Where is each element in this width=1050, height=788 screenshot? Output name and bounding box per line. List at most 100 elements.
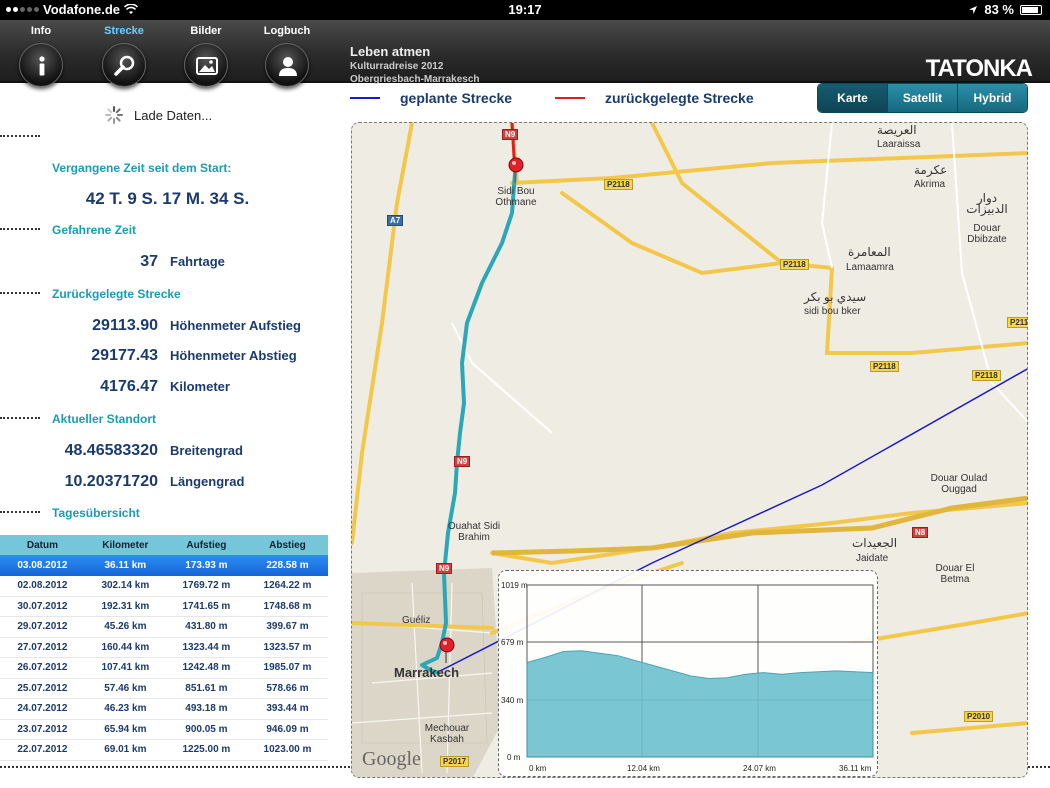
map-label: Sidi Bou Othmane — [495, 186, 537, 208]
spinner-icon — [105, 106, 123, 124]
stat-ascent: 29113.90 Höhenmeter Aufstieg — [92, 317, 301, 334]
elapsed-heading: Vergangene Zeit seit dem Start: — [52, 161, 232, 175]
legend-planned: geplante Strecke — [350, 90, 512, 106]
road-label: N8 — [912, 527, 929, 538]
y-tick: 1019 m — [501, 581, 528, 590]
road-label: N9 — [454, 456, 471, 467]
map-label: سيدي بو بكر — [804, 290, 867, 304]
col-ascent: Aufstieg — [165, 535, 247, 555]
tab-logbuch[interactable]: Logbuch — [252, 20, 322, 87]
map-label: المعامرة — [848, 245, 891, 259]
stat-latitude: 48.46583320 Breitengrad — [64, 442, 243, 459]
table-row[interactable]: 25.07.2012 57.46 km 851.61 m 578.66 m — [0, 678, 328, 699]
road-label: P2118 — [780, 259, 809, 270]
map-label: Douar Dbibzate — [967, 223, 1007, 245]
y-tick: 679 m — [501, 638, 524, 647]
elapsed-time: 42 T. 9 S. 17 M. 34 S. — [85, 189, 250, 208]
divider — [0, 292, 40, 294]
map-label: Akrima — [914, 179, 946, 190]
google-logo: Google — [362, 748, 421, 770]
trip-subtitle: Kulturradreise 2012 — [350, 61, 444, 72]
search-icon — [102, 43, 146, 87]
col-date: Datum — [0, 535, 85, 555]
x-tick: 36.11 km — [839, 764, 872, 773]
road-label: P2118 — [604, 179, 633, 190]
road-label: A7 — [387, 215, 404, 226]
table-row[interactable]: 30.07.2012 192.31 km 1741.65 m 1748.68 m — [0, 596, 328, 617]
map-label: sidi bou bker — [804, 306, 861, 317]
table-row[interactable]: 22.07.2012 69.01 km 1225.00 m 1023.00 m — [0, 739, 328, 761]
map-label: Guéliz — [402, 615, 431, 626]
map-label: Mechouar Kasbah — [424, 723, 470, 745]
divider — [0, 135, 40, 137]
table-row[interactable]: 27.07.2012 160.44 km 1323.44 m 1323.57 m — [0, 637, 328, 658]
stat-descent: 29177.43 Höhenmeter Abstieg — [91, 347, 297, 364]
y-tick: 340 m — [501, 696, 524, 705]
driven-time-heading: Gefahrene Zeit — [52, 223, 137, 237]
planned-line-icon — [350, 97, 380, 99]
location-arrow-icon — [969, 5, 978, 14]
map-label: دوار الدبيزات — [966, 191, 1008, 216]
user-icon — [265, 43, 309, 87]
image-icon — [184, 43, 228, 87]
road-label: P2017 — [440, 756, 470, 767]
map-type-hybrid[interactable]: Hybrid — [958, 84, 1027, 112]
map-label: Lamaamra — [846, 262, 894, 273]
traveled-line-icon — [555, 97, 585, 99]
map-label: Marrakech — [394, 665, 460, 680]
map-type-selector: Karte Satellit Hybrid — [817, 83, 1028, 113]
clock: 19:17 — [508, 2, 542, 17]
divider — [0, 417, 40, 419]
road-label: P211 — [1007, 317, 1027, 328]
divider — [0, 228, 40, 230]
position-heading: Aktueller Standort — [52, 412, 157, 426]
elevation-area — [526, 650, 874, 758]
col-km: Kilometer — [84, 535, 166, 555]
map-type-satellit[interactable]: Satellit — [888, 84, 958, 112]
map-type-karte[interactable]: Karte — [818, 84, 888, 112]
elevation-chart — [526, 584, 874, 758]
map-label: عكرمة — [914, 163, 948, 177]
map-label: العريصة — [877, 123, 917, 137]
col-descent: Abstieg — [246, 535, 328, 555]
daily-table: Datum Kilometer Aufstieg Abstieg 03.08.2… — [0, 535, 328, 761]
map-label: Ouahat Sidi Brahim — [447, 521, 501, 543]
table-row[interactable]: 23.07.2012 65.94 km 900.05 m 946.09 m — [0, 719, 328, 740]
table-row[interactable]: 29.07.2012 45.26 km 431.80 m 399.67 m — [0, 616, 328, 638]
road-label: P2010 — [964, 711, 994, 722]
elevation-profile: 1019 m 679 m 340 m 0 m 0 km 12.04 km 24.… — [498, 570, 878, 777]
daily-overview-heading: Tagesübersicht — [52, 506, 140, 520]
loading-text: Lade Daten... — [134, 107, 213, 123]
road-label: N9 — [436, 563, 453, 574]
stats-panel: Lade Daten... Vergangene Zeit seit dem S… — [0, 85, 335, 788]
distance-heading: Zurückgelegte Strecke — [52, 287, 181, 301]
road-label: N9 — [502, 129, 519, 140]
map-label: الجعيدات — [852, 536, 898, 550]
tab-strecke[interactable]: Strecke — [89, 20, 159, 87]
trip-title: Leben atmen — [350, 44, 431, 59]
x-tick: 24.07 km — [743, 764, 776, 773]
table-row[interactable]: 26.07.2012 107.41 km 1242.48 m 1985.07 m — [0, 657, 328, 679]
stat-days: 37 Fahrtage — [140, 253, 225, 270]
table-row[interactable]: 24.07.2012 46.23 km 493.18 m 393.44 m — [0, 698, 328, 720]
legend-traveled: zurückgelegte Strecke — [555, 90, 754, 106]
road-label: P2118 — [972, 370, 1001, 381]
map-label: Douar El Betma — [935, 563, 975, 585]
trip-info: Leben atmen Kulturradreise 2012 Obergrie… — [350, 44, 480, 85]
brand-logo: TATONKA — [925, 55, 1033, 82]
info-icon — [19, 43, 63, 87]
battery-icon — [1020, 4, 1042, 15]
table-row[interactable]: 02.08.2012 302.14 km 1769.72 m 1264.22 m — [0, 575, 328, 597]
loading-indicator: Lade Daten... — [104, 105, 212, 125]
table-header-row: Datum Kilometer Aufstieg Abstieg — [0, 535, 328, 555]
stat-kilometers: 4176.47 Kilometer — [100, 378, 230, 395]
map-label: Douar Oulad Ouggad — [930, 473, 988, 495]
status-bar: Vodafone.de 19:17 83 % — [0, 0, 1050, 20]
tab-bilder[interactable]: Bilder — [171, 20, 241, 87]
trip-route: Obergriesbach-Marrakesch — [350, 74, 480, 85]
road-label: P2118 — [870, 361, 899, 372]
stat-longitude: 10.20371720 Längengrad — [64, 473, 245, 490]
divider — [0, 511, 40, 513]
tab-info[interactable]: Info — [6, 20, 76, 87]
table-row[interactable]: 03.08.2012 36.11 km 173.93 m 228.58 m — [0, 555, 328, 576]
